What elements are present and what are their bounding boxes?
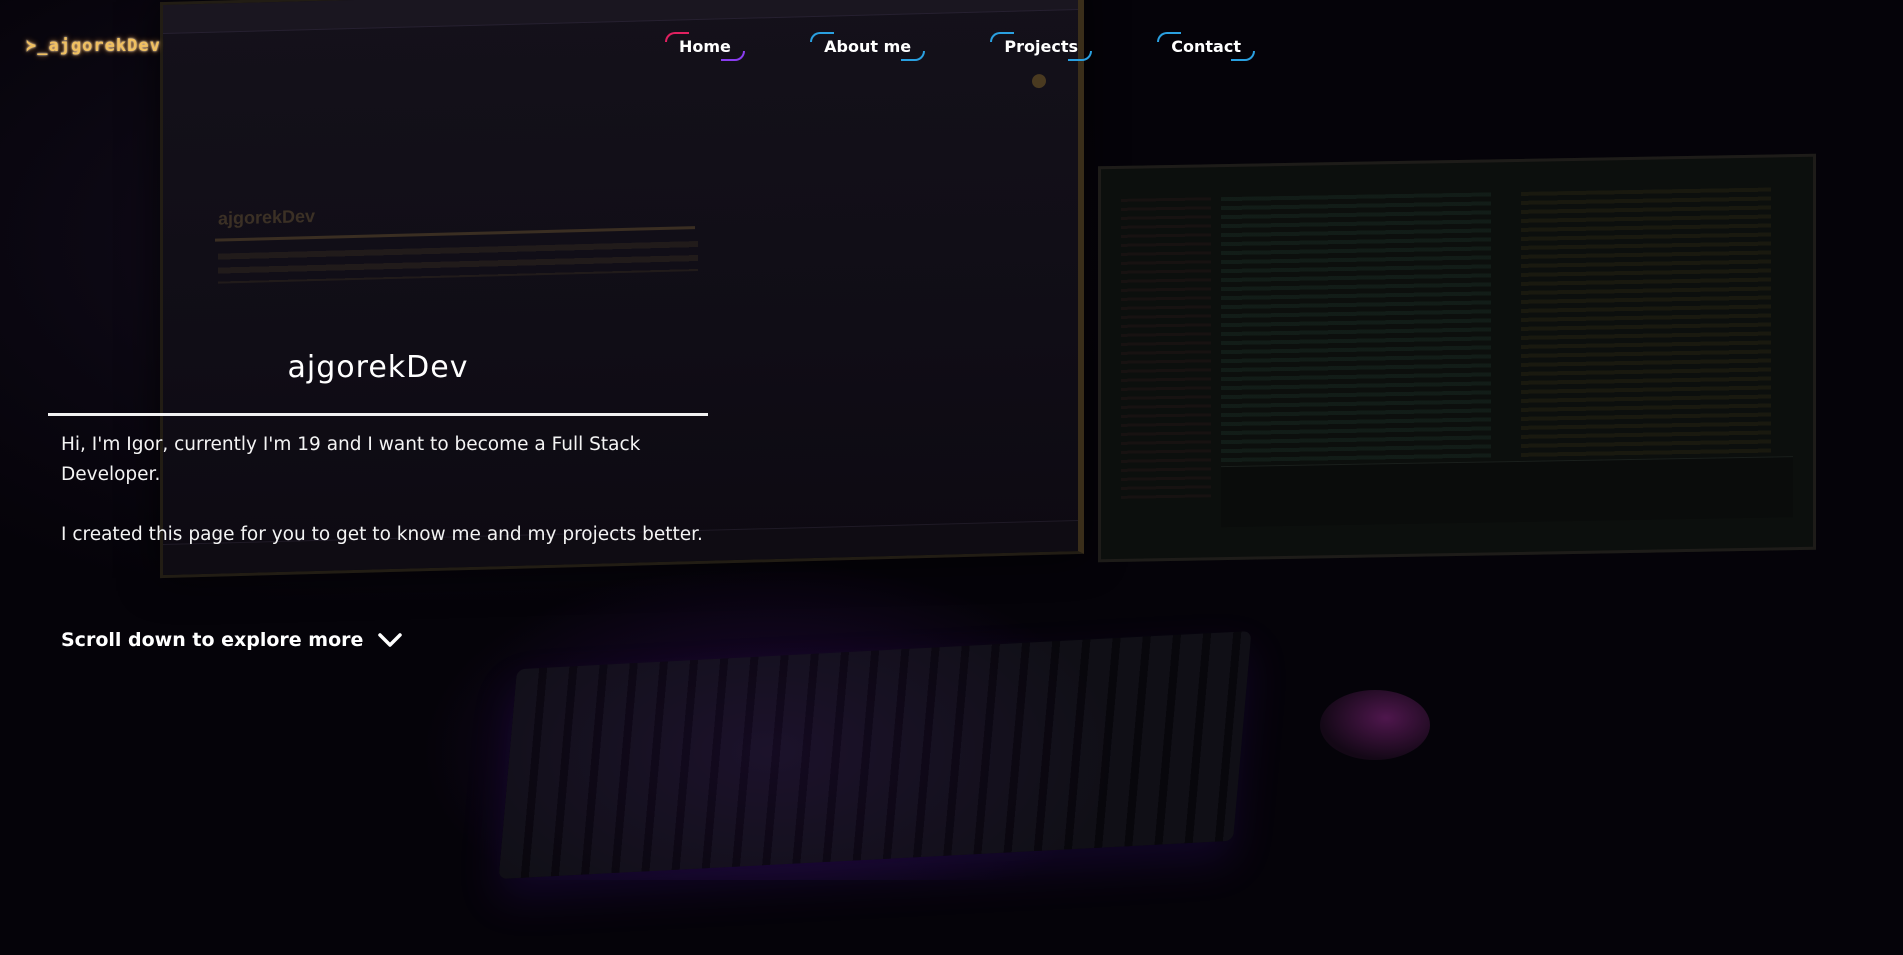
hero-intro-text: Hi, I'm Igor, currently I'm 19 and I wan… (61, 434, 641, 485)
nav-about-link[interactable]: About me (810, 29, 926, 64)
hero-divider (48, 413, 708, 416)
site-logo[interactable]: ≻_ajgorekDev (26, 36, 161, 56)
mouse-image (1320, 690, 1430, 760)
chevron-down-icon (377, 631, 403, 649)
hero-title: ajgorekDev (287, 350, 469, 385)
monitor-page-title: ajgorekDev (218, 206, 316, 229)
nav-contact-link[interactable]: Contact (1157, 29, 1255, 64)
hero-note-text: I created this page for you to get to kn… (61, 524, 703, 545)
scroll-down-label: Scroll down to explore more (61, 629, 364, 651)
nav-projects-link[interactable]: Projects (990, 29, 1092, 64)
scroll-down-button[interactable]: Scroll down to explore more (61, 629, 403, 651)
keyboard-image (498, 631, 1252, 879)
monitor-theme-knob (1032, 73, 1046, 89)
main-nav: Home About me Projects Contact (665, 26, 1255, 66)
left-monitor-image: ajgorekDev (160, 0, 1084, 579)
monitor-rule (215, 226, 695, 242)
editor-html-pane (1221, 192, 1491, 498)
nav-home-link[interactable]: Home (665, 29, 745, 64)
editor-css-pane (1521, 187, 1771, 492)
monitor-text-lines (218, 241, 698, 284)
editor-terminal (1221, 456, 1793, 528)
editor-sidebar (1121, 197, 1211, 499)
right-monitor-code-editor (1098, 153, 1816, 563)
